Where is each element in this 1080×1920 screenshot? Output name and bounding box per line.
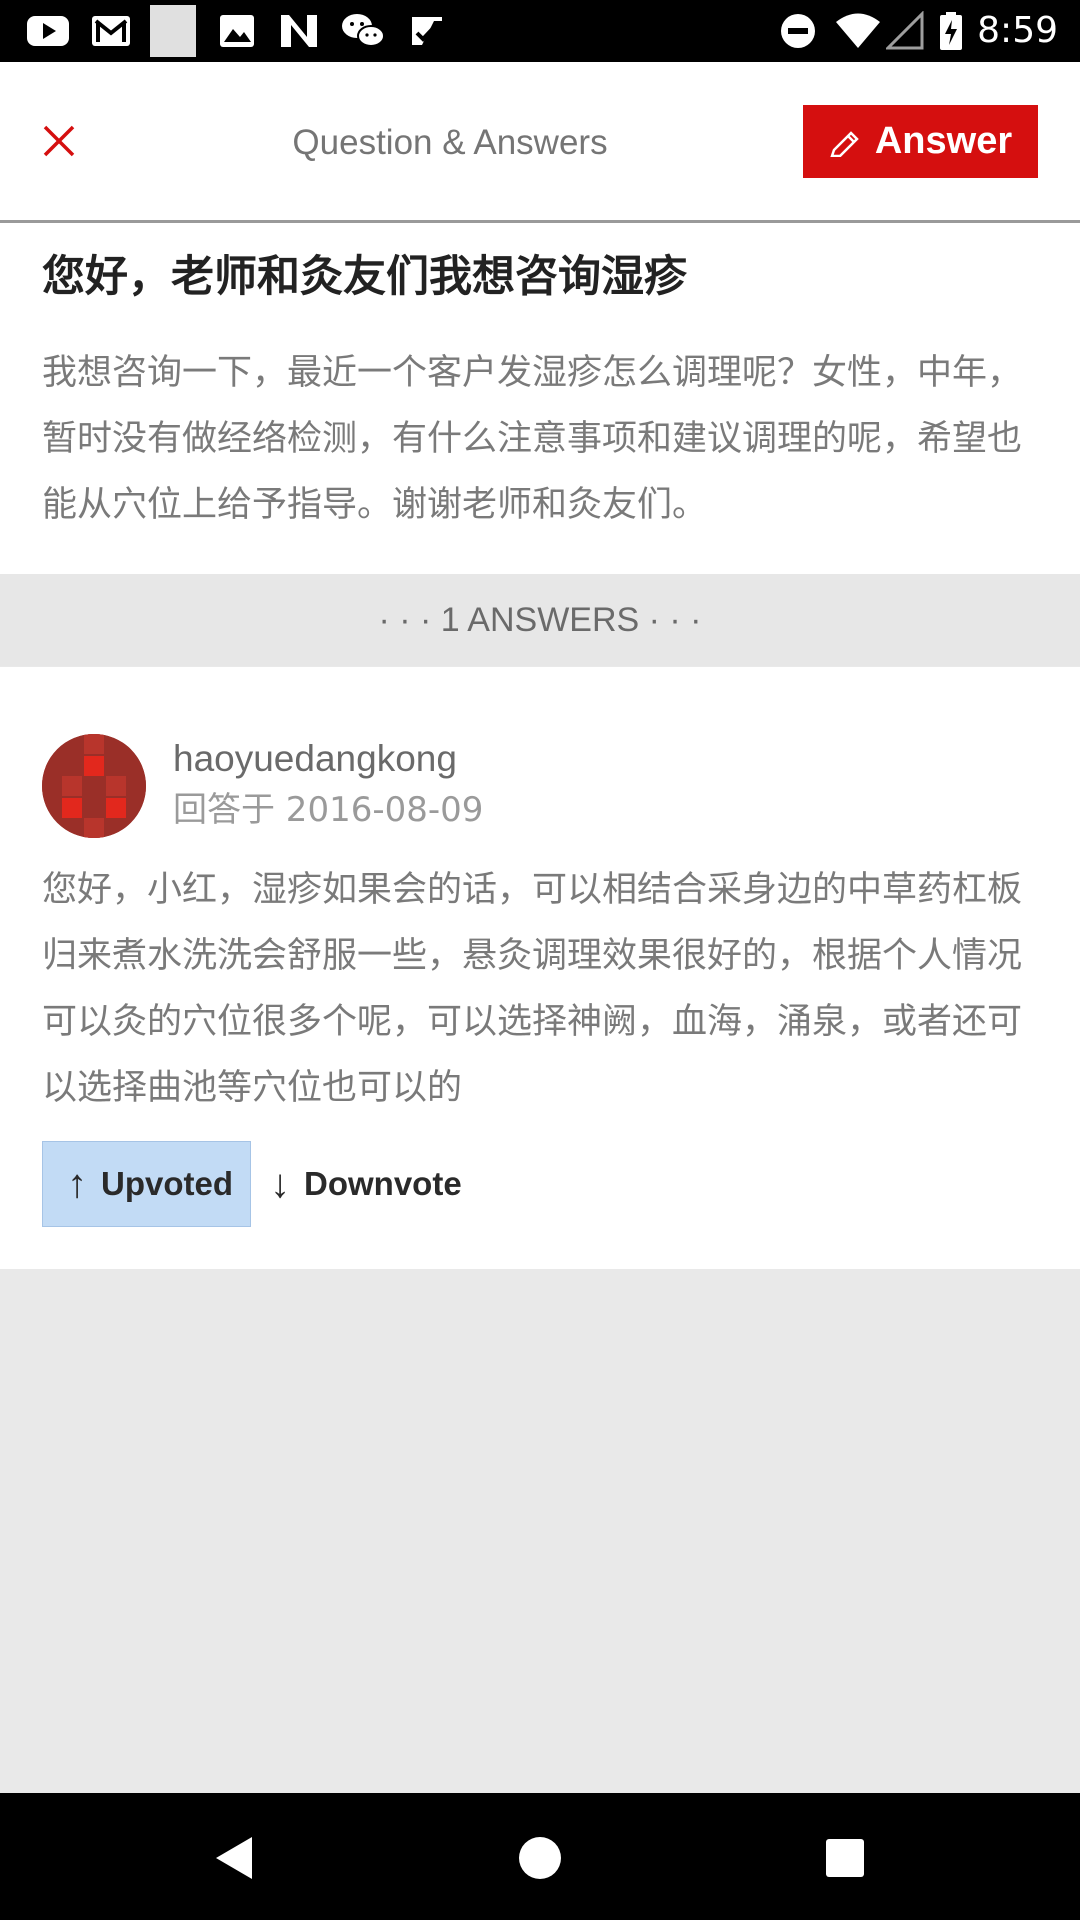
top-app-bar: Question & Answers Answer	[0, 62, 1080, 223]
clock-time: 8:59	[977, 10, 1058, 51]
status-bar: 8:59	[0, 0, 1080, 62]
answer-date: 回答于 2016-08-09	[173, 790, 484, 830]
youtube-icon	[27, 16, 69, 46]
pencil-icon	[829, 127, 863, 157]
answer-author[interactable]: haoyuedangkong	[173, 737, 457, 781]
upvote-button[interactable]: ↑ Upvoted	[42, 1141, 251, 1227]
blank-notification-icon	[150, 5, 196, 57]
gmail-icon	[92, 16, 130, 46]
checkmark-app-icon	[412, 17, 442, 45]
avatar[interactable]	[42, 734, 146, 838]
answer-body: 您好，小红，湿疹如果会的话，可以相结合采身边的中草药杠板归来煮水洗洗会舒服一些，…	[42, 870, 1023, 1108]
question-body: 我想咨询一下，最近一个客户发湿疹怎么调理呢？女性，中年，暂时没有做经络检测，有什…	[42, 353, 1023, 525]
home-button[interactable]	[505, 1823, 575, 1893]
system-nav-bar	[0, 1793, 1080, 1920]
wechat-icon	[342, 14, 385, 47]
answers-count-label: · · · 1 ANSWERS · · ·	[0, 574, 1080, 666]
avatar-image	[42, 734, 146, 838]
app-screen: 8:59 Question & Answers Answer 您好，老师和灸友们…	[0, 0, 1080, 1920]
question-title: 您好，老师和灸友们我想咨询湿疹	[42, 252, 687, 302]
n-app-icon	[281, 15, 317, 47]
arrow-up-icon: ↑	[67, 1162, 87, 1206]
back-triangle-icon	[216, 1837, 252, 1879]
upvote-label: Upvoted	[101, 1165, 233, 1202]
back-button[interactable]	[200, 1823, 270, 1893]
image-icon	[220, 15, 254, 47]
answer-card: haoyuedangkong 回答于 2016-08-09 您好，小红，湿疹如果…	[0, 667, 1080, 1269]
answer-button-label: Answer	[874, 120, 1013, 162]
battery-charging-icon	[940, 12, 962, 50]
close-button[interactable]	[30, 112, 88, 170]
downvote-button[interactable]: ↓ Downvote	[270, 1141, 500, 1227]
do-not-disturb-icon	[781, 14, 815, 48]
close-icon	[43, 125, 75, 157]
recents-square-icon	[826, 1839, 864, 1877]
home-circle-icon	[519, 1837, 561, 1879]
recents-button[interactable]	[810, 1823, 880, 1893]
page-title: Question & Answers	[292, 123, 608, 162]
wifi-icon	[836, 13, 880, 48]
downvote-label: Downvote	[304, 1165, 462, 1202]
cellular-signal-icon	[886, 11, 924, 50]
arrow-down-icon: ↓	[270, 1162, 290, 1206]
question-section: 您好，老师和灸友们我想咨询湿疹 我想咨询一下，最近一个客户发湿疹怎么调理呢？女性…	[0, 223, 1080, 574]
answer-button[interactable]: Answer	[803, 105, 1038, 178]
